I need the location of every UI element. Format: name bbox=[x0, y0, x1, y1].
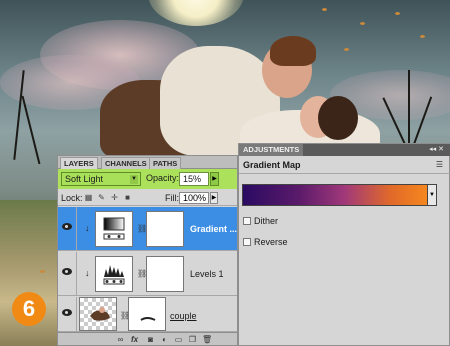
lock-label: Lock: bbox=[61, 193, 83, 203]
couple-figure bbox=[318, 96, 358, 140]
group-icon[interactable]: ▭ bbox=[174, 335, 183, 344]
leaf bbox=[322, 8, 327, 11]
layers-tab-bar: LAYERS CHANNELS PATHS bbox=[58, 156, 237, 170]
fill-input[interactable]: 100% bbox=[179, 192, 209, 204]
dither-label: Dither bbox=[254, 216, 279, 226]
leaf bbox=[360, 22, 365, 25]
tab-channels[interactable]: CHANNELS bbox=[101, 157, 151, 169]
link-icon[interactable]: ∞ bbox=[116, 335, 125, 344]
lock-transparent-icon[interactable]: ▦ bbox=[84, 193, 93, 202]
lock-move-icon[interactable]: ✛ bbox=[110, 193, 119, 202]
transparent-image-thumbnail[interactable] bbox=[79, 297, 117, 331]
layer-name[interactable]: Levels 1 bbox=[190, 269, 224, 279]
opacity-input[interactable]: 15% bbox=[179, 172, 209, 186]
step-number-badge: 6 bbox=[12, 292, 46, 326]
couple-figure bbox=[270, 36, 316, 66]
layer-mask-thumbnail[interactable] bbox=[146, 256, 184, 292]
adjustments-tab-bar: ADJUSTMENTS ◂◂ ✕ bbox=[239, 144, 450, 156]
clipping-arrow-icon: ↓ bbox=[85, 223, 90, 233]
tab-paths[interactable]: PATHS bbox=[149, 157, 182, 169]
adjustment-icon[interactable]: ◐ bbox=[160, 335, 169, 344]
leaf bbox=[344, 48, 349, 51]
visibility-eye-icon[interactable] bbox=[62, 223, 72, 230]
divider bbox=[76, 252, 77, 296]
visibility-eye-icon[interactable] bbox=[62, 309, 72, 316]
lock-all-icon[interactable]: ■ bbox=[123, 193, 132, 202]
leaf bbox=[395, 12, 400, 15]
leaf bbox=[420, 35, 425, 38]
layers-bottom-toolbar: ∞ fx ◙ ◐ ▭ ❐ 🗑 bbox=[58, 332, 237, 345]
fill-slider-arrow-icon[interactable]: ▶ bbox=[210, 192, 218, 204]
levels-adjustment-icon[interactable] bbox=[95, 256, 133, 292]
chevron-down-icon[interactable]: ▼ bbox=[428, 184, 437, 206]
lock-paint-icon[interactable]: ✎ bbox=[97, 193, 106, 202]
fill-label: Fill: bbox=[165, 193, 179, 203]
adjustments-panel: ADJUSTMENTS ◂◂ ✕ Gradient Map ☰ ▼ Dither… bbox=[238, 143, 450, 346]
leaf bbox=[40, 270, 45, 273]
fx-icon[interactable]: fx bbox=[130, 335, 139, 344]
adjustment-title: Gradient Map bbox=[243, 160, 301, 170]
layer-name[interactable]: Gradient ... bbox=[190, 224, 237, 234]
reverse-checkbox[interactable] bbox=[243, 238, 251, 246]
layers-panel: LAYERS CHANNELS PATHS Soft Light ▼ Opaci… bbox=[57, 155, 238, 346]
gradient-map-adjustment-icon[interactable] bbox=[95, 211, 133, 247]
layer-mask-thumbnail[interactable] bbox=[146, 211, 184, 247]
tab-adjustments[interactable]: ADJUSTMENTS bbox=[239, 144, 304, 156]
dither-checkbox[interactable] bbox=[243, 217, 251, 225]
divider bbox=[239, 173, 450, 174]
mask-icon[interactable]: ◙ bbox=[146, 335, 155, 344]
layer-name[interactable]: couple bbox=[170, 311, 197, 321]
divider bbox=[76, 207, 77, 251]
lock-row: Lock: ▦ ✎ ✛ ■ Fill: 100% ▶ bbox=[58, 190, 237, 206]
panel-collapse-icon[interactable]: ◂◂ ✕ bbox=[429, 145, 444, 153]
moon bbox=[148, 0, 244, 26]
blend-mode-value: Soft Light bbox=[65, 174, 104, 184]
new-layer-icon[interactable]: ❐ bbox=[188, 335, 197, 344]
opacity-slider-arrow-icon[interactable]: ▶ bbox=[210, 172, 219, 186]
chevron-down-icon: ▼ bbox=[130, 175, 138, 184]
panel-menu-icon[interactable]: ☰ bbox=[436, 160, 443, 169]
visibility-eye-icon[interactable] bbox=[62, 268, 72, 275]
layer-row-couple[interactable]: ⛓ couple bbox=[58, 297, 237, 332]
blend-row: Soft Light ▼ Opacity: 15% ▶ bbox=[58, 169, 237, 189]
trash-icon[interactable]: 🗑 bbox=[202, 335, 212, 344]
layer-mask-thumbnail[interactable] bbox=[128, 297, 166, 331]
layer-row-gradient-map[interactable]: ↓ ⛓ Gradient ... bbox=[58, 207, 237, 251]
blend-mode-select[interactable]: Soft Light ▼ bbox=[61, 172, 141, 186]
clipping-arrow-icon: ↓ bbox=[85, 268, 90, 278]
opacity-label: Opacity: bbox=[146, 173, 180, 183]
gradient-preview-bar[interactable] bbox=[242, 184, 428, 206]
layer-row-levels[interactable]: ↓ ⛓ Levels 1 bbox=[58, 252, 237, 296]
reverse-label: Reverse bbox=[254, 237, 288, 247]
divider bbox=[76, 297, 77, 332]
